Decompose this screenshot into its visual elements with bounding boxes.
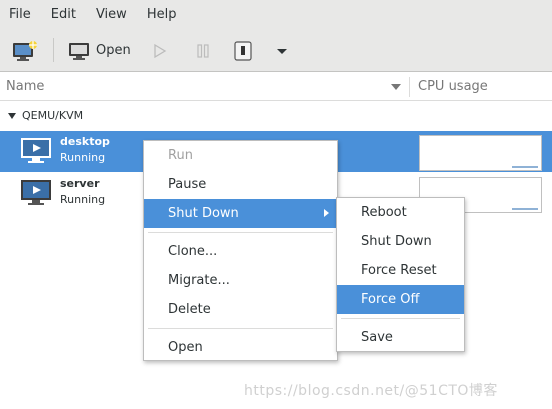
shutdown-submenu: Reboot Shut Down Force Reset Force Off S… bbox=[336, 197, 465, 352]
submenu-item-shut-down[interactable]: Shut Down bbox=[337, 227, 464, 256]
submenu-arrow-icon bbox=[324, 209, 329, 217]
vm-state: Running bbox=[60, 151, 106, 164]
vm-monitor-icon bbox=[21, 180, 51, 205]
submenu-item-reboot[interactable]: Reboot bbox=[337, 198, 464, 227]
menu-help[interactable]: Help bbox=[137, 0, 187, 29]
vm-state: Running bbox=[60, 193, 106, 206]
menubar: File Edit View Help bbox=[0, 0, 552, 29]
connection-group-qemu[interactable]: QEMU/KVM bbox=[0, 102, 552, 130]
vm-context-menu: Run Pause Shut Down Clone... Migrate... … bbox=[143, 140, 338, 361]
new-vm-icon bbox=[13, 40, 37, 61]
toolbar-separator bbox=[53, 38, 54, 62]
menu-item-migrate[interactable]: Migrate... bbox=[144, 266, 337, 295]
sort-arrow-icon[interactable] bbox=[391, 84, 401, 90]
watermark: https://blog.csdn.net/@51CTO博客 bbox=[244, 383, 498, 399]
menu-item-clone[interactable]: Clone... bbox=[144, 237, 337, 266]
menu-divider bbox=[341, 318, 460, 319]
menu-item-shut-down-label: Shut Down bbox=[168, 206, 239, 221]
cpu-usage-graph bbox=[419, 135, 542, 171]
vm-name: desktop bbox=[60, 135, 110, 148]
shutdown-icon bbox=[234, 40, 252, 61]
menu-divider bbox=[148, 232, 333, 233]
monitor-icon bbox=[69, 42, 89, 60]
vm-name: server bbox=[60, 177, 100, 190]
toolbar: Open bbox=[0, 29, 552, 72]
menu-item-run[interactable]: Run bbox=[144, 141, 337, 170]
play-icon bbox=[154, 43, 167, 58]
open-button-label: Open bbox=[96, 43, 131, 58]
shutdown-button[interactable] bbox=[234, 29, 252, 72]
run-button[interactable] bbox=[152, 29, 168, 72]
open-button[interactable]: Open bbox=[68, 29, 131, 72]
new-vm-button[interactable] bbox=[12, 29, 38, 72]
vm-monitor-icon bbox=[21, 138, 51, 163]
connection-label: QEMU/KVM bbox=[22, 109, 84, 122]
column-cpu-header[interactable]: CPU usage bbox=[418, 79, 488, 94]
menu-view[interactable]: View bbox=[86, 0, 137, 29]
column-separator bbox=[409, 77, 410, 97]
submenu-item-force-off[interactable]: Force Off bbox=[337, 285, 464, 314]
menu-item-delete[interactable]: Delete bbox=[144, 295, 337, 324]
chevron-down-icon bbox=[277, 48, 287, 54]
submenu-item-force-reset[interactable]: Force Reset bbox=[337, 256, 464, 285]
menu-item-pause[interactable]: Pause bbox=[144, 170, 337, 199]
pause-icon bbox=[197, 43, 209, 58]
menu-item-open[interactable]: Open bbox=[144, 333, 337, 362]
menu-divider bbox=[148, 328, 333, 329]
menu-edit[interactable]: Edit bbox=[41, 0, 86, 29]
shutdown-dropdown-button[interactable] bbox=[276, 29, 288, 72]
column-header: Name CPU usage bbox=[0, 73, 552, 101]
column-name-header[interactable]: Name bbox=[6, 79, 44, 94]
menu-item-shut-down[interactable]: Shut Down bbox=[144, 199, 337, 228]
expander-icon[interactable] bbox=[8, 113, 16, 119]
menu-file[interactable]: File bbox=[0, 0, 41, 29]
pause-button[interactable] bbox=[195, 29, 211, 72]
submenu-item-save[interactable]: Save bbox=[337, 323, 464, 352]
